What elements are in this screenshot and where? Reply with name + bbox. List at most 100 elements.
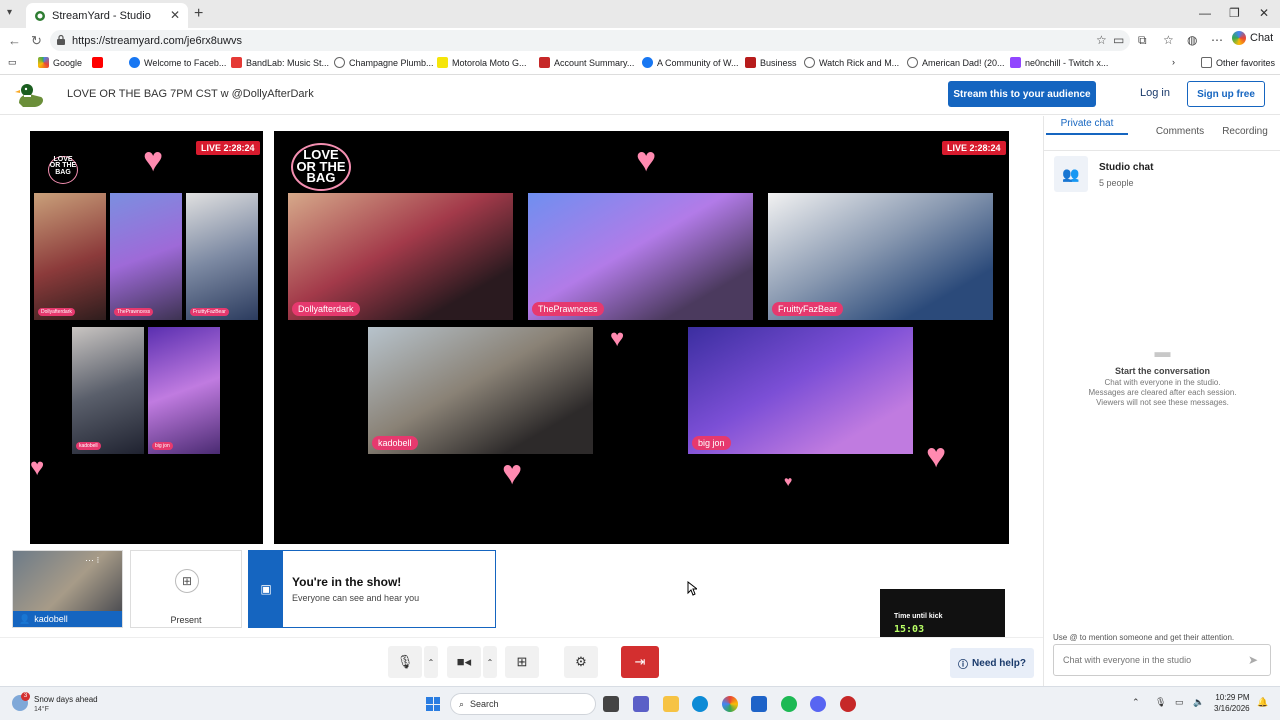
chat-side-panel: Private chat Comments Recording 👥 Studio… (1043, 116, 1280, 686)
bookmark-item[interactable]: ne0nchill - Twitch x... (1010, 57, 1108, 68)
stream-to-audience-button[interactable]: Stream this to your audience (948, 81, 1096, 107)
network-icon[interactable]: ▭ (1175, 697, 1184, 708)
log-in-link[interactable]: Log in (1140, 87, 1170, 99)
extensions-icon[interactable]: ⧉ (1138, 33, 1147, 48)
favorites-icon[interactable]: ☆ (1163, 33, 1174, 47)
show-hidden-icons-icon[interactable]: ⌃ (1132, 697, 1140, 708)
participant-video: Dollyafterdark (34, 193, 106, 320)
studio-chat-item[interactable]: 👥 Studio chat 5 people (1054, 156, 1274, 196)
kick-timer-label: Time until kick (894, 613, 943, 620)
heart-decoration-icon: ♥ (926, 437, 947, 475)
tab-private-chat[interactable]: Private chat (1046, 118, 1128, 135)
close-window-icon[interactable]: ✕ (1259, 6, 1269, 20)
on-stage-icon: ▣ (249, 551, 283, 627)
microphone-tray-icon[interactable]: 🎙 (1155, 697, 1166, 708)
participant-name-tag: Dollyafterdark (292, 302, 360, 316)
leave-studio-button[interactable]: ⇥ (621, 646, 659, 678)
restore-icon[interactable]: ❐ (1229, 6, 1240, 20)
bookmark-item[interactable]: A Community of W... (642, 57, 739, 68)
task-view-icon[interactable] (603, 696, 619, 712)
participant-name-tag: ThePrawncess (114, 308, 154, 316)
refresh-icon[interactable]: ↻ (31, 33, 42, 49)
clock-date: 3/16/2026 (1214, 704, 1250, 713)
more-bookmarks-chevron-icon[interactable]: › (1172, 57, 1175, 67)
close-tab-icon[interactable]: ✕ (170, 8, 180, 22)
microphone-button[interactable]: 🎙 (388, 646, 422, 678)
share-screen-button[interactable]: ⊞ (505, 646, 539, 678)
present-screen-icon: ⊞ (175, 569, 199, 593)
weather-widget[interactable]: 3 Snow days ahead 14°F (12, 692, 122, 717)
microphone-options-chevron-icon[interactable]: ⌃ (424, 646, 438, 678)
group-icon: 👥 (1054, 156, 1088, 192)
self-participant-tile[interactable]: ⋯ ⁝ 👤 kadobell (12, 550, 123, 628)
motorola-icon (437, 57, 448, 68)
camera-button[interactable]: ■◂ (447, 646, 481, 678)
bookmarks-sidebar-icon[interactable]: ▭ (8, 57, 17, 68)
profile-icon[interactable]: ◍ (1187, 33, 1197, 47)
more-menu-icon[interactable]: ⋯ (1211, 33, 1223, 47)
bookmark-item[interactable]: Motorola Moto G... (437, 57, 527, 68)
bookmarks-bar: ▭ Google Welcome to Faceb... BandLab: Mu… (0, 53, 1280, 75)
live-timer-badge: LIVE 2:28:24 (942, 141, 1006, 155)
layout-preview-canvas[interactable]: LIVE 2:28:24 LOVE OR THE BAG ♥ ♥ Dollyaf… (30, 131, 263, 544)
discord-icon[interactable] (810, 696, 826, 712)
bookmark-item[interactable]: Account Summary... (539, 57, 634, 68)
new-tab-icon[interactable]: + (194, 5, 203, 23)
store-icon[interactable] (751, 696, 767, 712)
browser-tab-streamyard[interactable]: StreamYard - Studio ✕ (26, 3, 188, 28)
camera-permission-icon[interactable]: ▭ (1113, 33, 1124, 47)
bookmark-label: Champagne Plumb... (349, 57, 434, 68)
edge-icon[interactable] (692, 696, 708, 712)
present-button[interactable]: ⊞ Present (130, 550, 242, 628)
need-help-button[interactable]: ⓘ Need help? (950, 648, 1034, 678)
teams-icon[interactable] (633, 696, 649, 712)
participant-name-tag: ThePrawncess (532, 302, 604, 316)
chrome-icon[interactable] (722, 696, 738, 712)
participant-video: kadobell (72, 327, 144, 454)
heart-decoration-icon: ♥ (636, 141, 657, 179)
other-favorites[interactable]: Other favorites (1201, 57, 1275, 68)
sign-up-button[interactable]: Sign up free (1187, 81, 1265, 107)
minimize-icon[interactable]: — (1199, 6, 1211, 20)
url-field[interactable]: https://streamyard.com/je6rx8uwvs (50, 30, 1130, 51)
bookmark-item[interactable]: BandLab: Music St... (231, 57, 329, 68)
chat-input[interactable] (1053, 644, 1271, 676)
bookmark-item[interactable]: Google (38, 57, 82, 68)
other-favorites-label: Other favorites (1216, 57, 1276, 68)
bookmark-item[interactable] (92, 57, 107, 68)
file-explorer-icon[interactable] (663, 696, 679, 712)
favorite-star-icon[interactable]: ☆ (1096, 33, 1107, 47)
tab-recording[interactable]: Recording (1216, 126, 1274, 137)
kick-timer-value: 15:03 (894, 624, 925, 635)
tab-comments[interactable]: Comments (1140, 126, 1220, 137)
app-icon[interactable] (840, 696, 856, 712)
facebook-icon (129, 57, 140, 68)
camera-options-chevron-icon[interactable]: ⌃ (483, 646, 497, 678)
system-clock[interactable]: 10:29 PM 3/16/2026 (1214, 692, 1250, 714)
clock-time: 10:29 PM (1215, 693, 1250, 702)
copilot-icon (1232, 31, 1246, 45)
windows-start-icon[interactable] (426, 697, 440, 711)
heart-decoration-icon: ♥ (502, 454, 523, 492)
bookmark-item[interactable]: Watch Rick and M... (804, 57, 899, 68)
tab-actions-menu-icon[interactable]: ▾ (7, 7, 12, 18)
bookmark-item[interactable]: Business (745, 57, 797, 68)
more-options-icon[interactable]: ⋯ ⁝ (85, 555, 99, 566)
site-info-icon[interactable] (56, 34, 66, 46)
settings-button[interactable]: ⚙ (564, 646, 598, 678)
volume-icon[interactable]: 🔈 (1193, 697, 1204, 708)
back-icon[interactable]: ← (8, 33, 21, 48)
streamyard-favicon-icon (35, 10, 45, 21)
bookmark-item[interactable]: Champagne Plumb... (334, 57, 434, 68)
mention-hint: Use @ to mention someone and get their a… (1053, 633, 1235, 642)
spotify-icon[interactable] (781, 696, 797, 712)
address-bar-row: ← ↻ https://streamyard.com/je6rx8uwvs ☆ … (0, 28, 1280, 53)
send-icon[interactable]: ➤ (1248, 653, 1258, 667)
bookmark-item[interactable]: Welcome to Faceb... (129, 57, 226, 68)
bookmark-label: ne0nchill - Twitch x... (1025, 57, 1109, 68)
bookmark-item[interactable]: American Dad! (20... (907, 57, 1005, 68)
taskbar-search[interactable]: ⌕ Search (450, 693, 596, 715)
notifications-icon[interactable]: 🔔 (1257, 697, 1268, 708)
copilot-chat-button[interactable]: Chat (1232, 31, 1273, 45)
self-name-bar: 👤 kadobell (13, 611, 122, 627)
